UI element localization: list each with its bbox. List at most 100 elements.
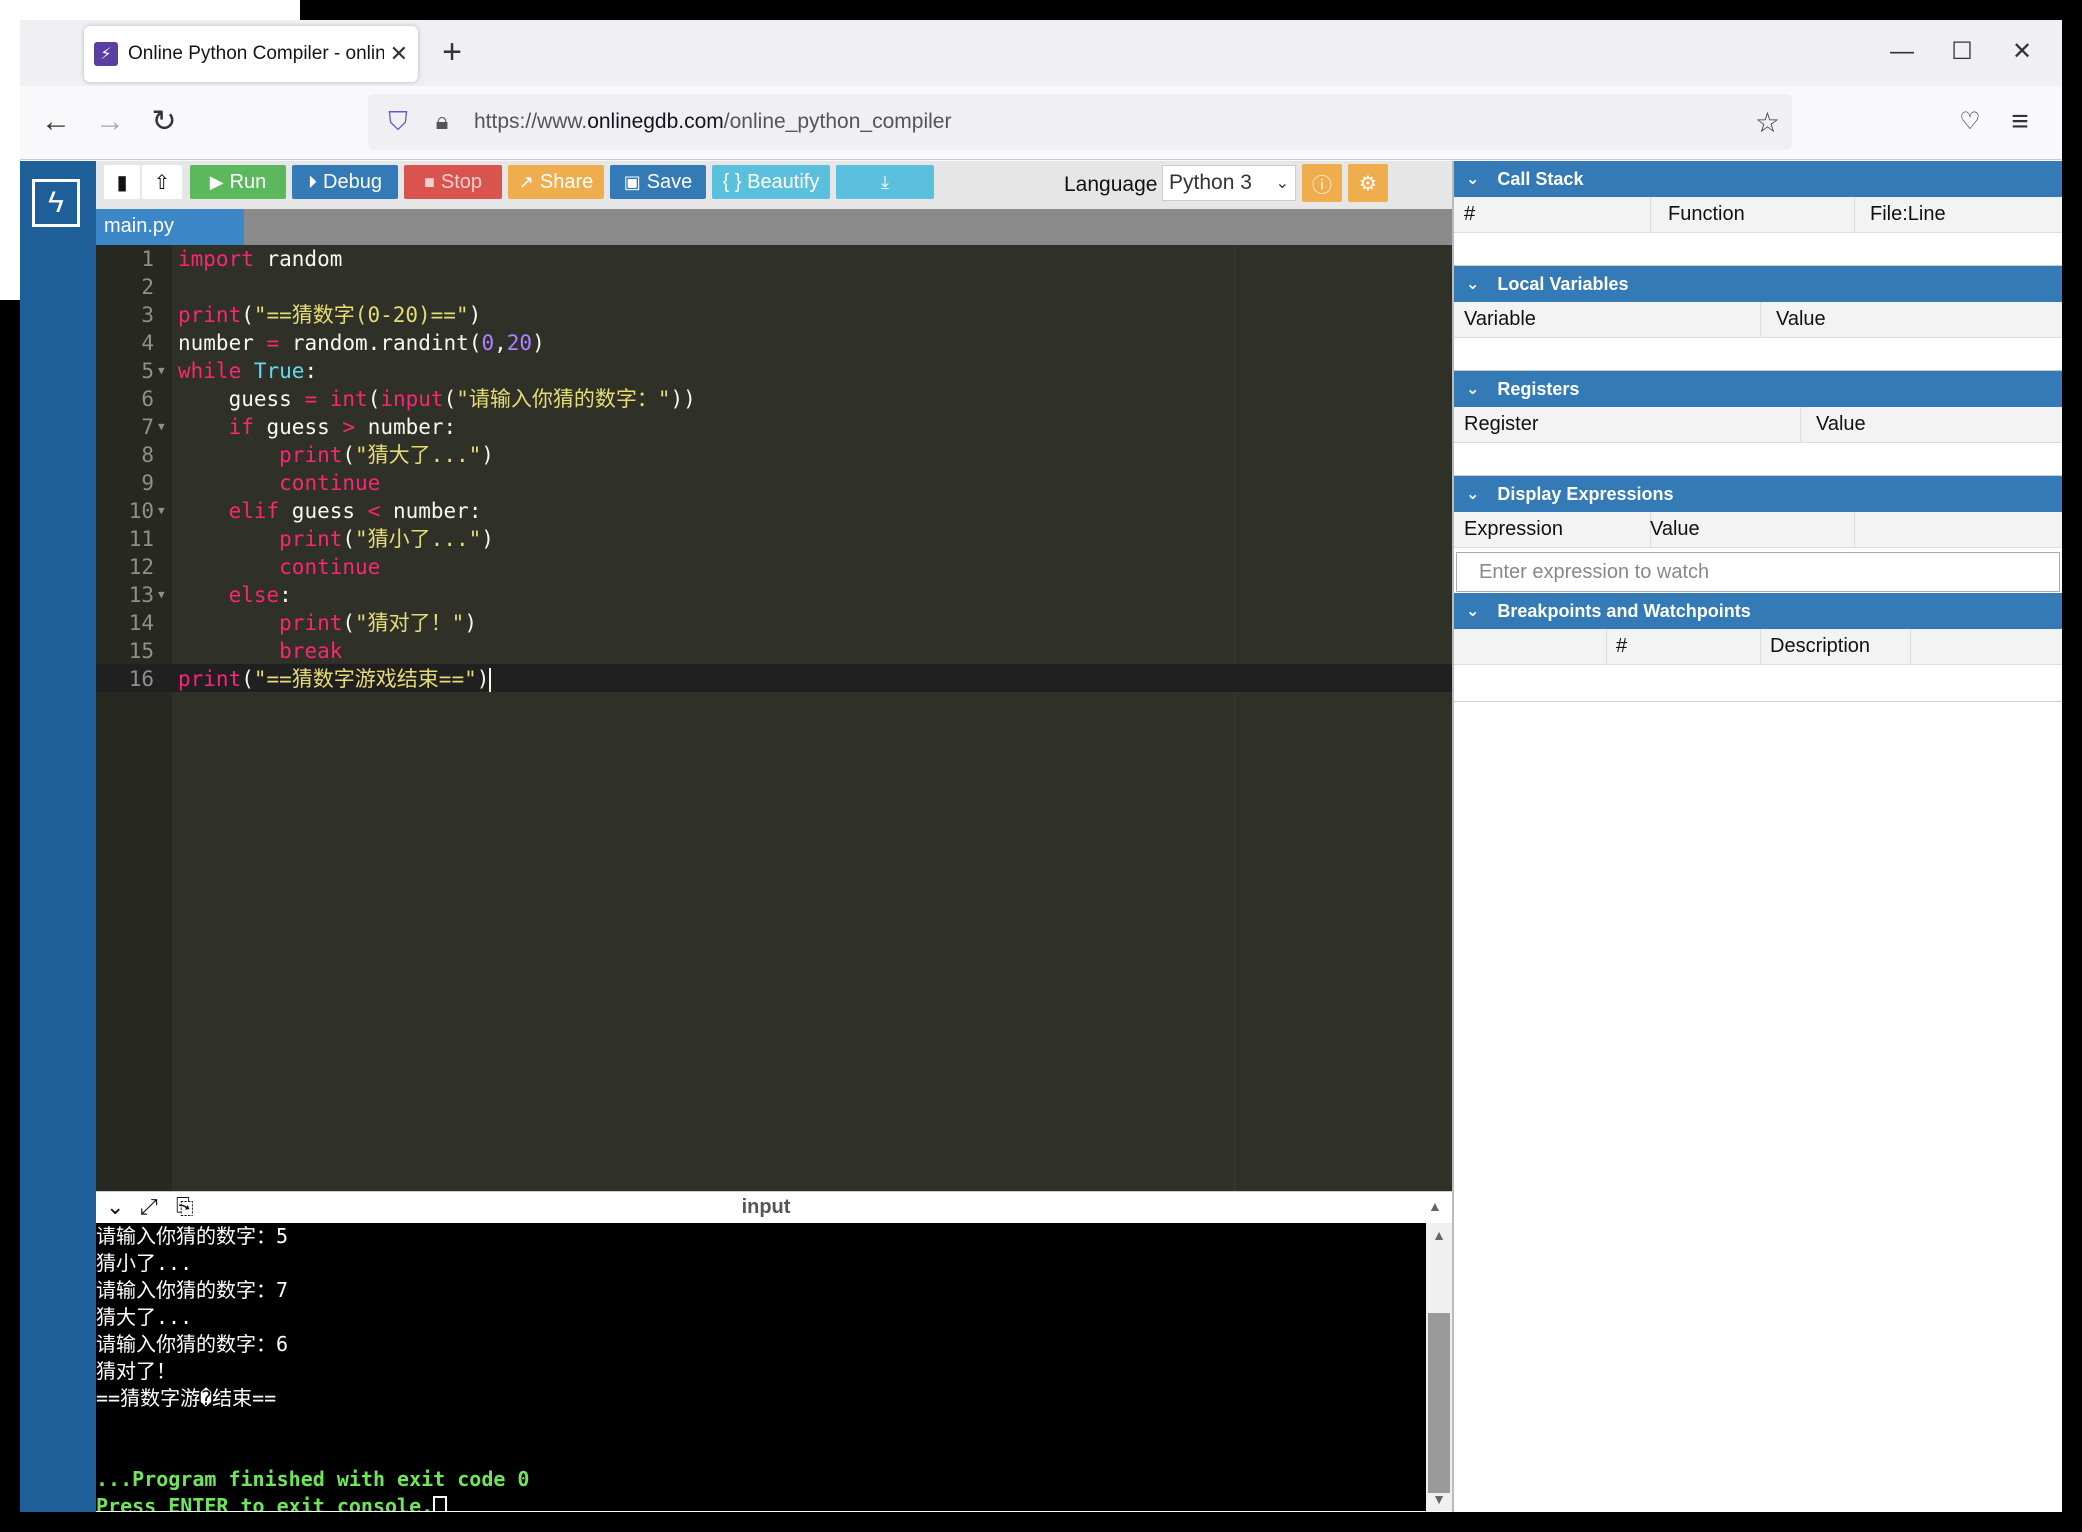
line-number: 4 xyxy=(141,331,154,355)
scroll-down-icon[interactable]: ▼ xyxy=(1426,1491,1452,1507)
code-line: continue xyxy=(279,555,381,579)
expression-watch-input[interactable]: Enter expression to watch xyxy=(1456,552,2060,592)
debug-button[interactable]: ⏵ Debug xyxy=(292,165,398,199)
close-window-icon[interactable]: ✕ xyxy=(2002,34,2042,70)
tab-strip: ⚡ Online Python Compiler - online editor… xyxy=(20,20,2062,86)
output-title: input xyxy=(741,1196,791,1218)
code-line: number = random.randint(0,20) xyxy=(178,331,545,355)
file-tab-main-py[interactable]: main.py xyxy=(96,209,244,245)
fold-arrow-icon[interactable]: ▼ xyxy=(158,497,165,525)
code-line: print("猜大了...") xyxy=(279,443,494,467)
bookmark-star-icon[interactable]: ☆ xyxy=(1755,106,1780,139)
close-tab-icon[interactable]: ✕ xyxy=(390,41,408,67)
registers-columns: Register Value xyxy=(1454,407,2062,443)
line-number: 7 xyxy=(141,415,154,439)
column-header: # xyxy=(1616,635,1628,657)
console-cursor xyxy=(433,1495,448,1511)
address-bar[interactable]: ⛉ 🔒︎ https://www.onlinegdb.com/online_py… xyxy=(368,94,1792,150)
info-button[interactable]: ⓘ xyxy=(1302,164,1342,202)
console-line: 猜对了！ xyxy=(96,1359,176,1383)
debug-icon: ⏵ xyxy=(308,171,318,192)
console-line: ==猜数字游�结束== xyxy=(96,1386,277,1410)
chevron-down-icon: ⌄ xyxy=(1466,603,1480,620)
lightning-icon: ⚡ xyxy=(94,42,118,66)
chevron-down-icon: ⌄ xyxy=(1466,171,1480,188)
column-header: # xyxy=(1464,203,1476,225)
save-button[interactable]: ▣ Save xyxy=(610,165,706,199)
lightning-logo-icon[interactable]: ϟ xyxy=(32,179,80,227)
line-number: 11 xyxy=(128,527,154,551)
scroll-up-arrow[interactable]: ▲ xyxy=(1428,1198,1442,1214)
code-line: while True: xyxy=(178,359,318,383)
line-number: 15 xyxy=(128,639,154,663)
exit-code-message: ...Program finished with exit code 0 xyxy=(96,1467,530,1491)
forward-icon[interactable]: → xyxy=(90,102,130,142)
upload-icon[interactable]: ⇧ xyxy=(142,165,182,199)
stop-icon: ■ xyxy=(423,171,435,192)
language-select[interactable]: Python 3 ⌄ xyxy=(1162,165,1296,201)
new-tab-button[interactable]: + xyxy=(432,34,472,70)
navigation-bar: ← → ↻ ⛉ 🔒︎ https://www.onlinegdb.com/onl… xyxy=(20,86,2062,160)
local-variables-header[interactable]: ⌄ Local Variables xyxy=(1454,266,2062,302)
column-header: Register xyxy=(1464,413,1539,435)
shield-icon[interactable]: ⛉ xyxy=(380,106,416,138)
code-line: import random xyxy=(178,247,343,271)
column-header: Function xyxy=(1668,203,1745,225)
breakpoints-header[interactable]: ⌄ Breakpoints and Watchpoints xyxy=(1454,593,2062,629)
browser-window: ⚡ Online Python Compiler - online editor… xyxy=(20,20,2062,1512)
line-number: 14 xyxy=(128,611,154,635)
gear-icon: ⚙ xyxy=(1359,172,1377,195)
line-number: 6 xyxy=(141,387,154,411)
code-editor[interactable]: 1 import random 2 3 print("==猜数字(0-20)==")… xyxy=(96,245,1452,1191)
new-file-icon[interactable]: ▮ xyxy=(104,165,140,199)
line-number: 5 xyxy=(141,359,154,383)
call-stack-header[interactable]: ⌄ Call Stack xyxy=(1454,161,2062,197)
chevron-down-icon: ⌄ xyxy=(1466,381,1480,398)
console-scrollbar[interactable]: ▲ ▼ xyxy=(1426,1223,1452,1511)
language-label: Language xyxy=(1064,173,1158,196)
code-line: continue xyxy=(279,471,381,495)
fold-arrow-icon[interactable]: ▼ xyxy=(158,413,165,441)
share-button[interactable]: ↗ Share xyxy=(508,165,604,199)
menu-icon[interactable]: ≡ xyxy=(2000,102,2040,142)
back-icon[interactable]: ← xyxy=(36,102,76,142)
stop-button[interactable]: ■ Stop xyxy=(404,165,502,199)
column-header: Value xyxy=(1776,308,1826,330)
output-header: ⌄ ⤢ ⎘ input ▲ xyxy=(96,1191,1452,1223)
fold-arrow-icon[interactable]: ▼ xyxy=(158,357,165,385)
floppy-icon: ▣ xyxy=(623,171,641,192)
line-number: 12 xyxy=(128,555,154,579)
chevron-down-icon: ⌄ xyxy=(1466,486,1480,503)
pocket-icon[interactable]: ♡ xyxy=(1950,102,1990,142)
minimize-icon[interactable]: — xyxy=(1882,34,1922,70)
line-number: 3 xyxy=(141,303,154,327)
console-line: 猜小了... xyxy=(96,1251,193,1275)
lock-icon[interactable]: 🔒︎ xyxy=(424,108,460,136)
code-line: print("猜对了！") xyxy=(279,611,477,635)
download-button[interactable]: ⤓ xyxy=(836,165,934,199)
chevron-down-icon: ⌄ xyxy=(1466,276,1480,293)
beautify-button[interactable]: { } Beautify xyxy=(712,165,830,199)
fold-arrow-icon[interactable]: ▼ xyxy=(158,581,165,609)
code-line: else: xyxy=(228,583,292,607)
display-expressions-header[interactable]: ⌄ Display Expressions xyxy=(1454,476,2062,512)
console-line: 请输入你猜的数字：6 xyxy=(96,1332,289,1356)
run-button[interactable]: ▶ Run xyxy=(190,165,286,199)
registers-header[interactable]: ⌄ Registers xyxy=(1454,371,2062,407)
column-header: Variable xyxy=(1464,308,1536,330)
scroll-up-icon[interactable]: ▲ xyxy=(1426,1227,1452,1243)
editor-toolbar: ▮ ⇧ ▶ Run ⏵ Debug ■ Stop ↗ Share ▣ Save { } B… xyxy=(96,161,1452,209)
download-icon: ⤓ xyxy=(881,171,889,192)
scrollbar-thumb[interactable] xyxy=(1428,1313,1450,1493)
breakpoints-columns: # Description xyxy=(1454,629,2062,665)
console-output[interactable]: 请输入你猜的数字：5 猜小了... 请输入你猜的数字：7 猜大了... 请输入你猜的数字… xyxy=(96,1223,1426,1511)
url-text[interactable]: https://www.onlinegdb.com/online_python_… xyxy=(474,110,951,134)
code-line: if guess > number: xyxy=(228,415,457,439)
browser-tab[interactable]: ⚡ Online Python Compiler - online editor… xyxy=(84,26,418,82)
press-enter-message: Press ENTER to exit console. xyxy=(96,1494,434,1511)
maximize-icon[interactable]: ☐ xyxy=(1942,34,1982,70)
reload-icon[interactable]: ↻ xyxy=(144,102,184,142)
chevron-down-icon: ⌄ xyxy=(1275,175,1289,192)
code-line: guess = int(input("请输入你猜的数字：")) xyxy=(178,387,696,411)
settings-button[interactable]: ⚙ xyxy=(1348,164,1388,202)
